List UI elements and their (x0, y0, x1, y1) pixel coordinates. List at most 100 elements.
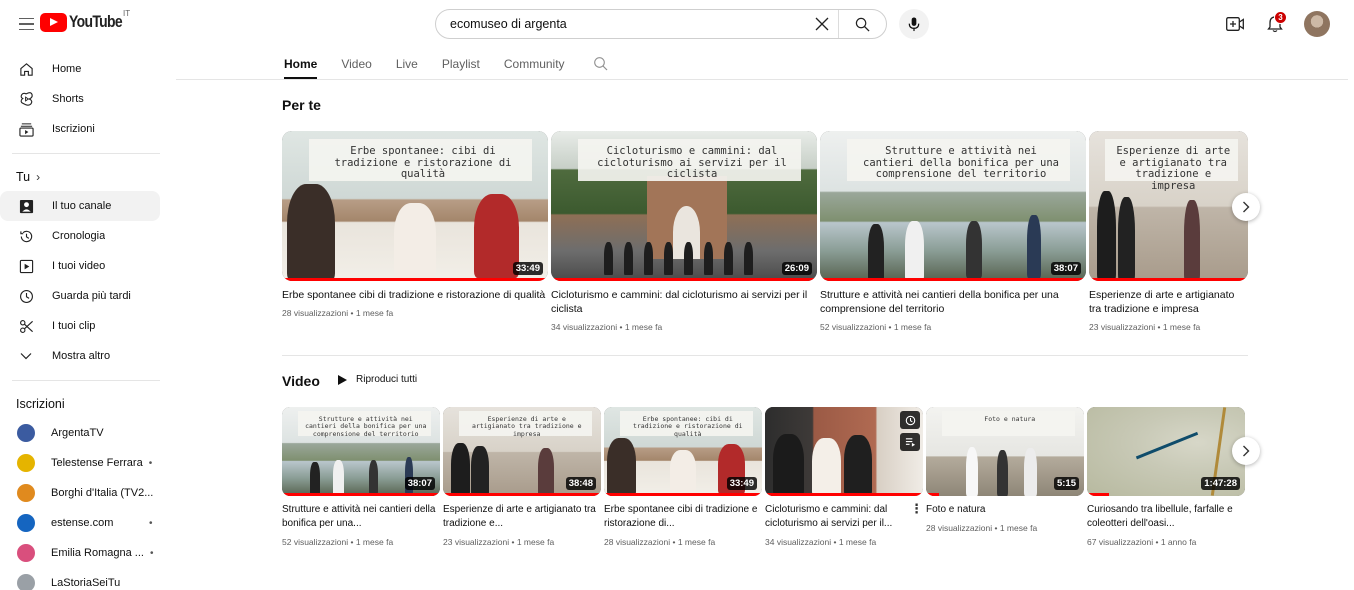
voice-search-button[interactable] (899, 9, 929, 39)
sidebar-item-show-more[interactable]: Mostra altro (0, 341, 160, 371)
hover-actions (900, 411, 920, 451)
subscription-argentatv[interactable]: ArgentaTV (0, 418, 160, 448)
thumbnail-figure (743, 242, 754, 275)
video-meta: 67 visualizzazioni • 1 anno fa (1087, 537, 1197, 547)
play-all-button[interactable]: Riproduci tutti (338, 374, 417, 385)
video-thumbnail[interactable]: Erbe spontanee: cibi di tradizione e ris… (604, 407, 762, 496)
chevron-right-icon (1243, 445, 1250, 457)
more-options-icon[interactable]: ⋮ (910, 501, 923, 517)
chevron-right-icon (1243, 201, 1250, 213)
video-thumbnail[interactable] (765, 407, 923, 496)
thumbnail-caption: Erbe spontanee: cibi di tradizione e ris… (632, 414, 743, 438)
sidebar-item-home[interactable]: Home (0, 54, 160, 84)
subscription-estense[interactable]: estense.com • (0, 508, 160, 538)
thumbnail-figure (1184, 200, 1201, 281)
video-thumbnail[interactable]: Cicloturismo e cammini: dal cicloturismo… (551, 131, 817, 281)
tab-video[interactable]: Video (341, 48, 371, 79)
video-title[interactable]: Cicloturismo e cammini: dal cicloturismo… (551, 288, 817, 316)
tab-community[interactable]: Community (504, 48, 565, 79)
chevron-right-icon: › (36, 170, 41, 184)
sidebar-item-subscriptions[interactable]: Iscrizioni (0, 114, 160, 144)
video-thumbnail[interactable]: Erbe spontanee: cibi di tradizione e ris… (282, 131, 548, 281)
video-card[interactable]: Strutture e attività nei cantieri della … (282, 407, 440, 547)
thumbnail-figure (965, 447, 979, 496)
search-input[interactable] (436, 10, 806, 38)
search-button[interactable] (838, 10, 886, 38)
video-title[interactable]: Esperienze di arte e artigianato tra tra… (1089, 288, 1248, 316)
video-thumbnail[interactable]: Strutture e attività nei cantieri della … (282, 407, 440, 496)
video-card[interactable]: Strutture e attività nei cantieri della … (820, 131, 1086, 332)
account-avatar[interactable] (1304, 11, 1330, 37)
carousel-next-button[interactable] (1232, 193, 1260, 221)
channel-search-icon[interactable] (593, 56, 609, 72)
video-thumbnail[interactable]: Esperienze di arte e artigianato tra tra… (1089, 131, 1248, 281)
subscription-lastoriaseitu[interactable]: LaStoriaSeiTu (0, 568, 160, 590)
tab-home[interactable]: Home (284, 48, 318, 79)
sidebar-item-your-videos[interactable]: I tuoi video (0, 251, 160, 281)
channel-icon (18, 198, 34, 214)
menu-icon[interactable] (12, 10, 40, 38)
sidebar-item-your-clips[interactable]: I tuoi clip (0, 311, 160, 341)
video-title[interactable]: Strutture e attività nei cantieri della … (820, 288, 1086, 316)
video-title[interactable]: Esperienze di arte e artigianato tra tra… (443, 503, 601, 531)
watch-progress-bar (282, 278, 548, 281)
logo-text: YouTube (69, 12, 123, 31)
video-card[interactable]: Cicloturismo e cammini: dal cicloturismo… (551, 131, 817, 332)
sidebar-item-shorts[interactable]: Shorts (0, 84, 160, 114)
video-card[interactable]: Cicloturismo e cammini: dal cicloturismo… (765, 407, 923, 547)
microphone-icon (908, 16, 920, 31)
video-thumbnail[interactable]: Strutture e attività nei cantieri della … (820, 131, 1086, 281)
video-thumbnail[interactable]: Esperienze di arte e artigianato tra tra… (443, 407, 601, 496)
watch-progress-bar (1089, 278, 1248, 281)
subscription-telestense-ferrara[interactable]: Telestense Ferrara • (0, 448, 160, 478)
notifications-button[interactable]: 3 (1262, 11, 1288, 37)
video-title[interactable]: Cicloturismo e cammini: dal cicloturismo… (765, 503, 923, 531)
play-all-label: Riproduci tutti (356, 374, 418, 385)
tab-playlist[interactable]: Playlist (442, 48, 480, 79)
youtube-logo[interactable]: YouTube (40, 12, 134, 32)
sidebar-item-label: Shorts (52, 93, 84, 105)
thumbnail-figure (471, 446, 489, 496)
clear-search-icon[interactable] (806, 10, 838, 38)
video-thumbnail[interactable]: Foto e natura 5:15 (926, 407, 1084, 496)
video-card[interactable]: 1:47:28 Curiosando tra libellule, farfal… (1087, 407, 1245, 547)
video-card[interactable]: Erbe spontanee: cibi di tradizione e ris… (604, 407, 762, 547)
your-videos-icon (18, 258, 34, 274)
subscription-label: Emilia Romagna ... (51, 547, 144, 559)
video-title[interactable]: Curiosando tra libellule, farfalle e col… (1087, 503, 1245, 531)
video-meta: 28 visualizzazioni • 1 mese fa (282, 308, 394, 318)
video-title[interactable]: Foto e natura (926, 503, 1084, 517)
section-divider (282, 355, 1248, 356)
sidebar-section-title: Iscrizioni (16, 397, 65, 411)
watch-later-icon[interactable] (900, 411, 920, 429)
video-card[interactable]: Erbe spontanee: cibi di tradizione e ris… (282, 131, 548, 318)
channel-avatar (17, 514, 35, 532)
create-button[interactable] (1224, 13, 1246, 35)
thumbnail-figure (905, 221, 924, 281)
video-title[interactable]: Erbe spontanee cibi di tradizione e rist… (604, 503, 762, 531)
video-thumbnail[interactable]: 1:47:28 (1087, 407, 1245, 496)
video-card[interactable]: Esperienze di arte e artigianato tra tra… (443, 407, 601, 547)
thumbnail-figure (393, 203, 437, 278)
video-meta: 52 visualizzazioni • 1 mese fa (282, 537, 394, 547)
tab-live[interactable]: Live (396, 48, 418, 79)
video-title[interactable]: Erbe spontanee cibi di tradizione e rist… (282, 288, 548, 302)
sidebar-item-your-channel[interactable]: Il tuo canale (0, 191, 160, 221)
subscription-label: LaStoriaSeiTu (51, 577, 121, 589)
channel-avatar (17, 544, 35, 562)
subscription-borghi-ditalia[interactable]: Borghi d'Italia (TV2... (0, 478, 160, 508)
add-to-queue-icon[interactable] (900, 433, 920, 451)
sidebar-item-watch-later[interactable]: Guarda più tardi (0, 281, 160, 311)
video-card[interactable]: Esperienze di arte e artigianato tra tra… (1089, 131, 1248, 332)
sidebar-item-label: Cronologia (52, 230, 106, 242)
sidebar-section-you[interactable]: Tu › (0, 163, 170, 191)
notification-badge: 3 (1274, 11, 1287, 24)
thumbnail-caption: Erbe spontanee: cibi di tradizione e ris… (334, 145, 512, 180)
channel-avatar (17, 454, 35, 472)
video-card[interactable]: Foto e natura 5:15 Foto e natura 28 visu… (926, 407, 1084, 533)
video-title[interactable]: Strutture e attività nei cantieri della … (282, 503, 440, 531)
carousel-next-button[interactable] (1232, 437, 1260, 465)
thumbnail-figure (604, 242, 614, 275)
subscription-emilia-romagna[interactable]: Emilia Romagna ... • (0, 538, 160, 568)
sidebar-item-history[interactable]: Cronologia (0, 221, 160, 251)
